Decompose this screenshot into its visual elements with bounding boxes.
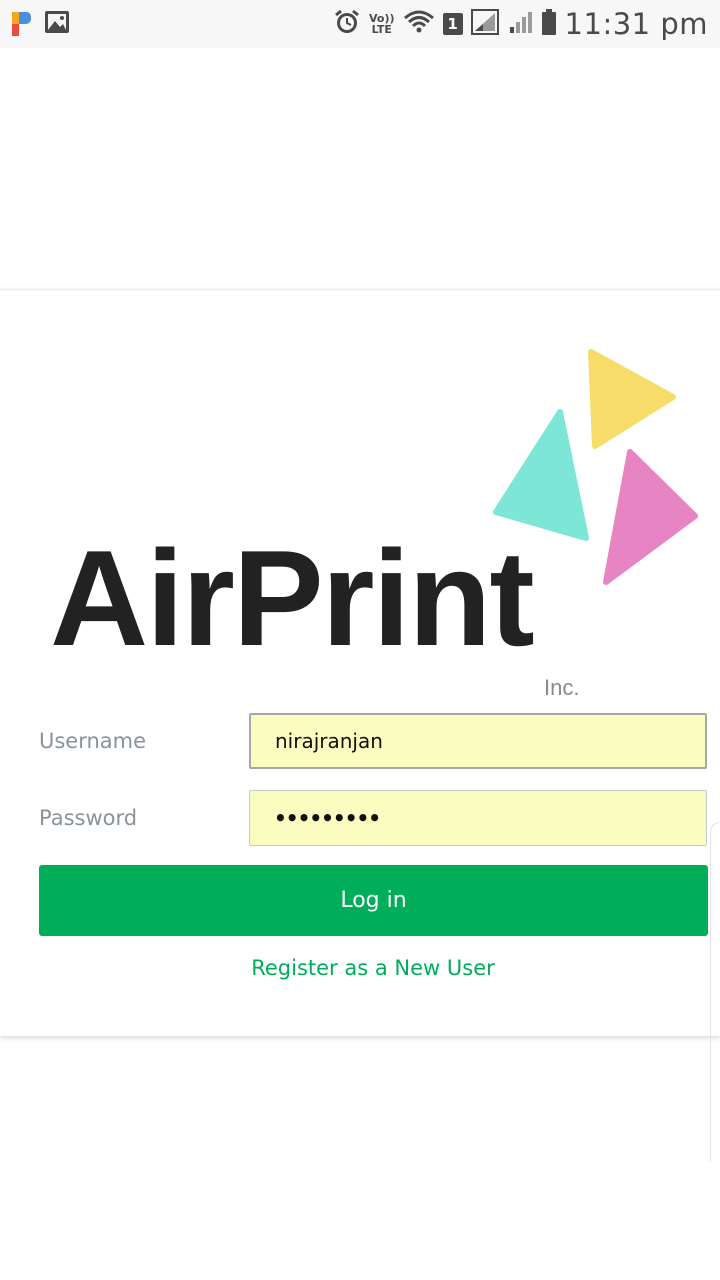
battery-icon [541, 8, 557, 41]
username-input[interactable]: nirajranjan [249, 713, 707, 769]
login-card: AirPrint Inc. Username nirajranjan Passw… [0, 290, 720, 1036]
gallery-icon [44, 10, 70, 39]
username-value: nirajranjan [275, 729, 383, 753]
alarm-icon [333, 8, 361, 41]
password-input[interactable]: ••••••••• [249, 790, 707, 846]
username-label: Username [39, 729, 147, 753]
password-label: Password [39, 806, 138, 830]
status-time: 11:31 pm [564, 7, 708, 41]
wifi-icon [403, 9, 435, 40]
scroll-edge [710, 822, 720, 1162]
logo-text: AirPrint [50, 522, 535, 674]
logo-triangle-yellow [588, 349, 676, 449]
airprint-logo: AirPrint Inc. [0, 330, 720, 700]
register-link[interactable]: Register as a New User [0, 956, 720, 980]
logo-inc: Inc. [544, 675, 580, 700]
password-value: ••••••••• [274, 806, 381, 830]
volte-icon: Vo)) LTE [369, 12, 395, 36]
logo-triangle-pink [603, 449, 698, 585]
logo-triangle-teal [493, 409, 589, 541]
sim-icon: 1 [442, 13, 463, 35]
app-icon [10, 10, 32, 43]
signal-weak-icon [509, 9, 533, 40]
signal-icon [470, 8, 501, 40]
status-bar: Vo)) LTE 1 11:31 pm [0, 0, 720, 48]
login-button[interactable]: Log in [39, 865, 708, 936]
